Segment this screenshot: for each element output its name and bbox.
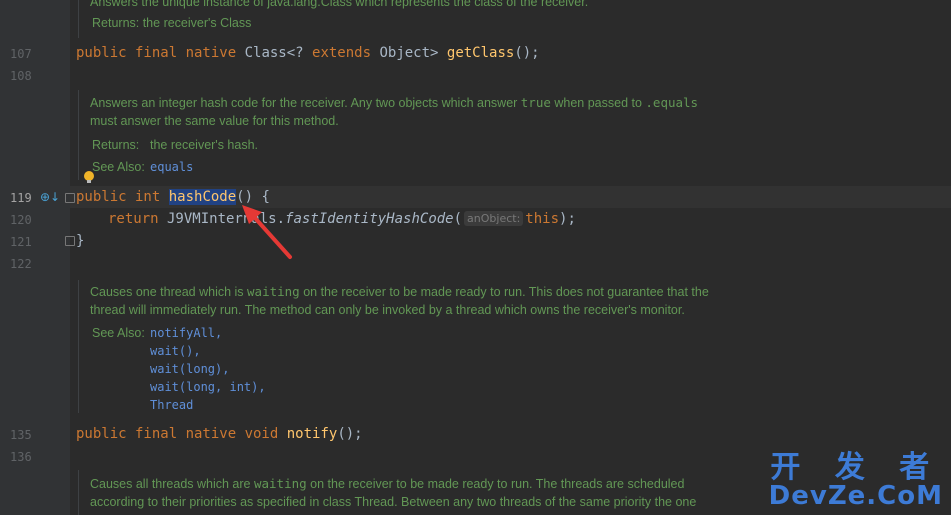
code-line-notify[interactable]: public final native void notify(); [76,425,363,443]
watermark-logo: 开 发 者 DevZe.CoM [768,450,943,511]
doc-text: Causes all threads which are waiting on … [90,476,685,491]
doc-comment-block [78,470,79,515]
doc-link[interactable]: wait(long), [150,360,229,378]
arrow-shaft [253,216,292,259]
doc-link[interactable]: wait(long, int), [150,378,266,396]
doc-see-also-label: See Also: [92,326,145,340]
doc-text: thread will immediately run. The method … [90,303,685,317]
doc-link[interactable]: wait(), [150,342,201,360]
doc-comment-block [78,280,79,413]
doc-link[interactable]: Thread [150,396,193,414]
doc-text: according to their priorities as specifi… [90,495,697,509]
doc-link[interactable]: notifyAll, [150,324,222,342]
doc-text: Causes one thread which is waiting on th… [90,284,709,299]
